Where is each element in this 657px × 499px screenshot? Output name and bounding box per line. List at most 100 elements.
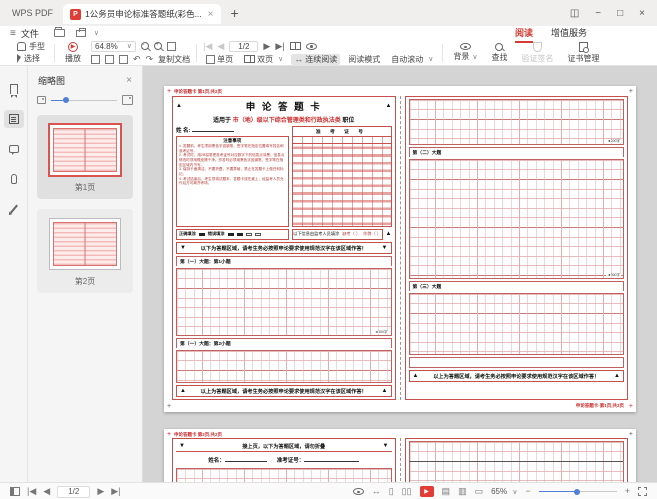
pdf-page-2: + + 申论答题卡 第2页,共2页 ▼ 接上页，以下为答题区域，请勿折叠 ▼ 姓… — [164, 429, 636, 482]
find-button[interactable]: 查找 — [487, 43, 511, 63]
page-number-input[interactable]: 1/2 — [229, 41, 258, 52]
zoom-slider[interactable] — [539, 491, 617, 492]
undo-icon[interactable]: ↶ — [133, 55, 141, 64]
certificate-manage-button[interactable]: 证书管理 — [563, 42, 603, 64]
eye-protection-icon[interactable] — [306, 43, 317, 50]
hand-icon — [17, 42, 26, 51]
next-page-icon[interactable]: ▶ — [97, 487, 104, 496]
actual-size-icon[interactable]: ▭ — [475, 487, 484, 496]
hand-tool-button[interactable]: 手型 — [14, 41, 48, 52]
minimize-button[interactable]: − — [595, 8, 601, 19]
tab-close-icon[interactable]: × — [208, 9, 214, 20]
document-tab[interactable]: P 1公务员申论标准答题纸(彩色... × — [63, 4, 221, 24]
prev-page-icon[interactable]: ◀ — [43, 487, 50, 496]
toggle-panel-icon[interactable] — [10, 487, 20, 496]
last-page-icon[interactable]: ▶| — [111, 487, 120, 496]
first-page-icon[interactable]: |◀ — [203, 42, 212, 51]
perforation-line — [400, 438, 401, 482]
tab-value-added-services[interactable]: 增值服务 — [551, 24, 587, 43]
app-name: WPS PDF — [12, 8, 53, 18]
triangle-up-icon: ▲ — [386, 229, 392, 241]
chevron-down-icon[interactable]: ∨ — [94, 29, 99, 37]
select-tool-button[interactable]: 选择 — [14, 53, 48, 64]
document-viewport[interactable]: + + + + 申论答题卡 第1页,共2页 申论答题卡·第1页,共2页 ▲ 申 … — [143, 66, 657, 482]
first-page-icon[interactable]: |◀ — [27, 487, 36, 496]
eye-protection-icon[interactable] — [353, 488, 364, 495]
thumbnail-page-1[interactable]: 第1页 — [37, 115, 133, 199]
signature-panel-button[interactable] — [4, 200, 24, 218]
exam-number-grid: 准 考 证 号 — [292, 126, 392, 227]
bookmarks-panel-button[interactable] — [4, 80, 24, 98]
comments-panel-button[interactable] — [4, 140, 24, 158]
fit-page-icon[interactable]: ▤ — [442, 487, 451, 496]
writing-grid: ◄100字 — [176, 268, 392, 336]
last-page-icon[interactable]: ▶| — [275, 42, 284, 51]
play-button[interactable]: ▶ 播放 — [61, 42, 85, 64]
thumbnail-label: 第1页 — [75, 182, 95, 193]
tab-read[interactable]: 阅读 — [515, 24, 533, 43]
pdf-page-1: + + + + 申论答题卡 第1页,共2页 申论答题卡·第1页,共2页 ▲ 申 … — [164, 86, 636, 412]
background-button[interactable]: 背景∨ — [449, 43, 481, 62]
play-button[interactable]: ▶ — [420, 486, 434, 497]
answer-bubbles — [293, 144, 391, 226]
prev-page-icon[interactable]: ◀ — [217, 42, 224, 51]
maximize-button[interactable]: □ — [617, 8, 623, 19]
redo-icon[interactable]: ↷ — [146, 55, 154, 64]
answer-area-end-banner: ▲ 以上为答题区域，请考生务必按照申论要求使用规范汉字在该区域作答！ ▲ — [176, 385, 392, 397]
fit-width-icon[interactable] — [105, 55, 114, 64]
thumbnails-panel-button[interactable] — [4, 110, 24, 128]
chevron-down-icon: ∨ — [512, 489, 517, 496]
zoom-level-dropdown[interactable]: 64.8% ∨ — [91, 41, 136, 52]
slider-handle[interactable] — [574, 489, 580, 495]
small-image-icon[interactable] — [37, 96, 46, 104]
large-image-icon[interactable] — [122, 95, 133, 105]
page-number-input[interactable]: 1/2 — [57, 486, 90, 498]
extract-page-icon[interactable] — [167, 42, 176, 51]
ribbon-tabs: 阅读 增值服务 — [515, 24, 647, 43]
single-page-icon[interactable]: ▯ — [389, 487, 394, 496]
single-page-button[interactable]: 单页 — [203, 54, 236, 65]
thumbnail-panel: 缩略图 × 第1页 第2页 — [28, 66, 143, 482]
fit-width-icon[interactable]: ▥ — [458, 487, 467, 496]
close-button[interactable]: × — [639, 8, 645, 19]
workspace-icon[interactable]: ◫ — [570, 8, 579, 19]
read-mode-button[interactable]: 阅读模式 — [345, 54, 383, 65]
page-2-preview — [49, 218, 121, 270]
name-field: 姓 名: — [176, 126, 289, 134]
open-file-icon[interactable] — [54, 29, 65, 37]
word-count-marker: ◄300字 — [606, 274, 621, 278]
hamburger-icon[interactable]: ≡ — [10, 28, 16, 39]
continuous-read-icon[interactable]: ↔ — [372, 487, 381, 496]
cursor-icon — [17, 54, 21, 63]
zoom-in-icon[interactable]: + — [154, 42, 162, 50]
zoom-out-icon[interactable]: - — [141, 42, 149, 50]
thumbnails-icon — [9, 114, 19, 124]
triangle-up-icon: ▲ — [386, 103, 392, 109]
auto-scroll-button[interactable]: 自动滚动 ∨ — [388, 54, 436, 65]
triangle-up-icon: ▲ — [176, 103, 182, 109]
continuous-read-button[interactable]: ↔ 连续阅读 — [291, 54, 340, 65]
verify-signature-button: 验证签名 — [517, 42, 557, 64]
divider — [196, 44, 197, 62]
file-menu[interactable]: 文件 — [21, 27, 39, 40]
chevron-down-icon: ∨ — [127, 42, 132, 50]
two-page-button[interactable]: 双页 ∨ — [241, 54, 286, 65]
pin-zoom-icon[interactable] — [119, 55, 128, 64]
chevron-down-icon: ∨ — [278, 55, 283, 63]
zoom-level-dropdown[interactable]: 65% ∨ — [491, 487, 517, 496]
thumbnail-page-2[interactable]: 第2页 — [37, 209, 133, 293]
slider-handle[interactable] — [63, 97, 69, 103]
attachments-panel-button[interactable] — [4, 170, 24, 188]
panel-close-icon[interactable]: × — [126, 75, 132, 86]
fit-page-icon[interactable] — [91, 55, 100, 64]
zoom-in-button[interactable]: + — [625, 487, 630, 496]
book-view-icon[interactable] — [290, 42, 301, 50]
next-page-icon[interactable]: ▶ — [263, 42, 270, 51]
copy-document-button[interactable]: 复制文档 — [158, 54, 190, 65]
zoom-out-button[interactable]: − — [525, 487, 530, 496]
fullscreen-icon[interactable] — [638, 487, 647, 496]
two-page-icon[interactable]: ▯▯ — [402, 487, 412, 496]
print-icon[interactable] — [76, 30, 86, 37]
play-icon: ▶ — [68, 42, 78, 52]
new-tab-button[interactable]: + — [231, 5, 239, 21]
